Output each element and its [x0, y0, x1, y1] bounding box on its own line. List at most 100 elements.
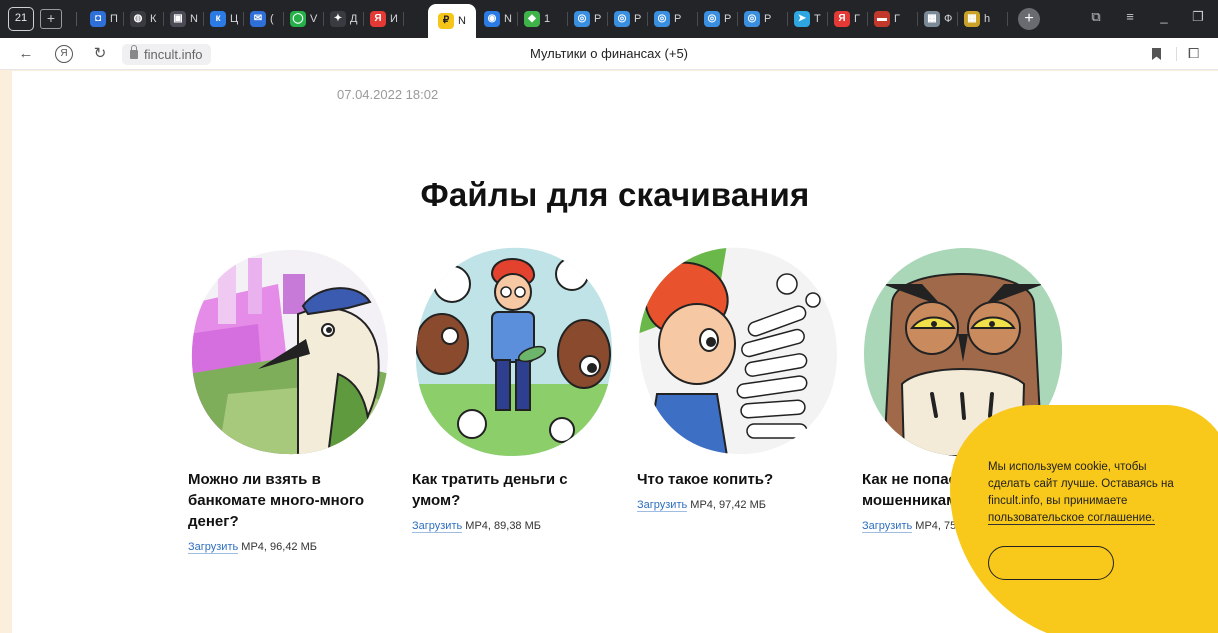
tab-title: Д: [350, 13, 358, 25]
tabs-overview-icon[interactable]: ⧉: [1086, 9, 1106, 25]
tab-favicon-icon: ◉: [484, 11, 500, 27]
tab-favicon-icon: ▬: [874, 11, 890, 27]
tab-divider: [403, 12, 404, 26]
browser-tab[interactable]: ◎ Р: [738, 7, 788, 31]
tab-favicon-icon: ✦: [330, 11, 346, 27]
cookie-text: Мы используем cookie, чтобы сделать сайт…: [988, 459, 1188, 527]
restore-window-icon[interactable]: ❐: [1188, 9, 1208, 25]
tab-favicon-icon: Я: [834, 11, 850, 27]
tab-title: Р: [634, 13, 642, 25]
extensions-icon[interactable]: ⧠: [1188, 45, 1199, 62]
tab-favicon-icon: ➤: [794, 11, 810, 27]
browser-tab[interactable]: ◯ V: [284, 7, 324, 31]
user-agreement-link[interactable]: пользовательское соглашение.: [988, 512, 1155, 525]
tab-favicon-icon: к: [210, 11, 226, 27]
browser-tab[interactable]: кЦ: [204, 7, 244, 31]
tab-title: Р: [724, 13, 732, 25]
video-card: Как тратить деньги с умом? Загрузить MP4…: [412, 244, 617, 533]
browser-tab[interactable]: ▣ N: [164, 7, 204, 31]
file-info: MP4, 96,42 МБ: [241, 541, 317, 553]
tab-title: h: [984, 13, 991, 25]
file-info: MP4, 97,42 МБ: [690, 499, 766, 511]
tab-title: К: [150, 13, 157, 25]
tab-favicon-icon: ▦: [964, 11, 980, 27]
page-title: Мультики о финансах (+5): [529, 46, 689, 61]
tab-favicon-icon: ◍: [130, 11, 146, 27]
menu-icon[interactable]: ≡: [1120, 9, 1140, 24]
tab-favicon-icon: ◎: [654, 11, 670, 27]
browser-tab[interactable]: ◘ П: [84, 7, 124, 31]
tab-title: N: [504, 13, 512, 25]
tab-favicon-icon: ◎: [744, 11, 760, 27]
tab-favicon-icon: Я: [370, 11, 386, 27]
download-link[interactable]: Загрузить: [188, 541, 239, 554]
file-info: MP4, 89,38 МБ: [465, 520, 541, 532]
browser-tab[interactable]: ◎ Р: [648, 7, 698, 31]
browser-tab[interactable]: ◎ Р: [698, 7, 738, 31]
tab-favicon-icon: ▦: [924, 11, 940, 27]
file-info: MP4, 75: [915, 520, 957, 532]
card-meta: Загрузить MP4, 96,42 МБ: [188, 541, 393, 554]
tab-title: Г: [894, 13, 900, 25]
card-illustration[interactable]: [188, 244, 390, 456]
browser-tab[interactable]: ✉(: [244, 7, 284, 31]
browser-tab[interactable]: ➤ Т: [788, 7, 828, 31]
browser-tab[interactable]: ◍ К: [124, 7, 164, 31]
video-card: Можно ли взять в банкомате много-много д…: [188, 244, 393, 554]
download-link[interactable]: Загрузить: [862, 520, 913, 533]
browser-tab[interactable]: ₽ N: [428, 4, 476, 38]
tab-divider: [1007, 12, 1008, 26]
card-meta: Загрузить MP4, 97,42 МБ: [637, 499, 842, 512]
tab-favicon-icon: ◘: [90, 11, 106, 27]
download-link[interactable]: Загрузить: [637, 499, 688, 512]
browser-tab[interactable]: ◆ 1: [518, 7, 568, 31]
new-tab-button[interactable]: +: [1018, 8, 1040, 30]
tab-favicon-icon: ✉: [250, 11, 266, 27]
tab-title: Ц: [230, 13, 239, 25]
browser-tab[interactable]: ▦ h: [958, 7, 1008, 31]
card-title: Можно ли взять в банкомате много-много д…: [188, 471, 365, 530]
tab-title: (: [270, 13, 274, 25]
browser-tab[interactable]: ◉ N: [478, 7, 518, 31]
tab-title: Г: [854, 13, 860, 25]
tab-separator: [76, 12, 77, 26]
browser-tab[interactable]: ▬ Г: [868, 7, 918, 31]
home-counter-icon[interactable]: 21: [8, 7, 34, 31]
tab-favicon-icon: ₽: [438, 13, 454, 29]
browser-tab[interactable]: ЯИ: [364, 7, 404, 31]
tab-title: И: [390, 13, 398, 25]
browser-tab[interactable]: ◎ Р: [608, 7, 648, 31]
tab-favicon-icon: ◆: [524, 11, 540, 27]
tab-title: Ф: [944, 13, 953, 25]
browser-tab[interactable]: ▦ Ф: [918, 7, 958, 31]
browser-tab[interactable]: ЯГ: [828, 7, 868, 31]
video-card: Что такое копить? Загрузить MP4, 97,42 М…: [637, 244, 842, 512]
tab-favicon-icon: ◎: [614, 11, 630, 27]
card-meta: Загрузить MP4, 89,38 МБ: [412, 520, 617, 533]
browser-tab[interactable]: ◎ Р: [568, 7, 608, 31]
card-illustration[interactable]: [412, 244, 614, 456]
card-title: Что такое копить?: [637, 471, 774, 488]
tab-title: 1: [544, 13, 551, 25]
tab-favicon-icon: ◯: [290, 11, 306, 27]
card-illustration[interactable]: [637, 244, 839, 456]
browser-tab-bar: 21 + ◘ П ◍ К ▣ Nк Ц ✉(◯ V ✦ Д Я И ₽ N ◉ N ◆ 1 ◎ Р ◎ Р ◎ Р ◎ Р ◎ Р ➤ Т Я…: [0, 0, 1218, 38]
browser-tab[interactable]: ✦ Д: [324, 7, 364, 31]
card-title: Как тратить деньги с умом?: [412, 471, 568, 509]
tab-favicon-icon: ▣: [170, 11, 186, 27]
address-bar: ← Я ↻ fincult.info Мультики о финансах (…: [0, 38, 1218, 70]
tab-title: П: [110, 13, 118, 25]
tab-title: N: [190, 13, 198, 25]
tab-title: Т: [814, 13, 821, 25]
tab-title: Р: [764, 13, 772, 25]
minimize-icon[interactable]: _: [1154, 9, 1174, 24]
tab-favicon-icon: ◎: [704, 11, 720, 27]
tab-title: Р: [674, 13, 682, 25]
cookie-accept-button[interactable]: [988, 546, 1114, 580]
publish-date: 07.04.2022 18:02: [337, 87, 439, 102]
tab-title: N: [458, 15, 466, 27]
download-link[interactable]: Загрузить: [412, 520, 463, 533]
tab-groups-icon[interactable]: +: [40, 9, 62, 29]
tab-title: Р: [594, 13, 602, 25]
divider: [1176, 47, 1177, 61]
